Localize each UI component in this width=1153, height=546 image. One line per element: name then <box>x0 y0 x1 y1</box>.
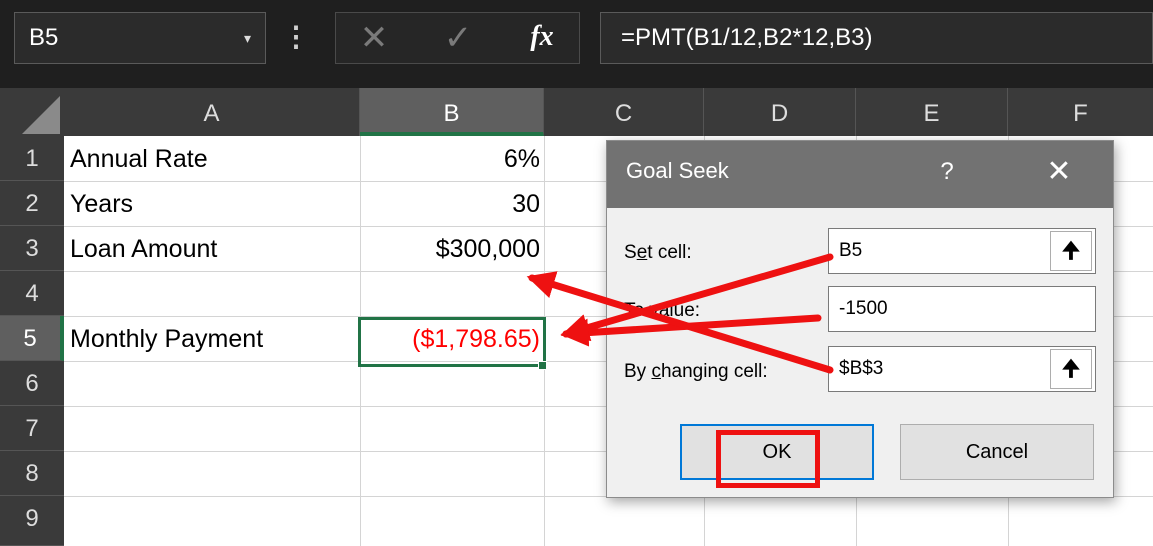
to-value-label: To value: <box>624 300 701 321</box>
cell-a1[interactable]: Annual Rate <box>70 136 360 181</box>
row-header-8[interactable]: 8 <box>0 451 64 496</box>
row-header-2[interactable]: 2 <box>0 181 64 226</box>
select-all-triangle-icon <box>22 96 60 134</box>
cancel-entry-icon[interactable]: ✕ <box>354 16 394 60</box>
column-header-d[interactable]: D <box>704 88 856 136</box>
by-changing-label-accesskey: c <box>651 361 661 382</box>
name-box[interactable]: B5 ▾ <box>14 12 266 64</box>
set-cell-label-part: t cell: <box>647 242 692 263</box>
set-cell-collapse-icon[interactable]: 🠉 <box>1050 231 1092 271</box>
fill-handle[interactable] <box>538 361 547 370</box>
cell-a5[interactable]: Monthly Payment <box>70 316 360 361</box>
cancel-button[interactable]: Cancel <box>900 424 1094 480</box>
formula-input[interactable]: =PMT(B1/12,B2*12,B3) <box>600 12 1153 64</box>
column-header-a[interactable]: A <box>64 88 360 136</box>
by-changing-cell-label: By changing cell: <box>624 361 768 383</box>
cell-b2[interactable]: 30 <box>362 181 540 226</box>
by-changing-label-part: hanging cell: <box>660 361 768 382</box>
row-header-7[interactable]: 7 <box>0 406 64 451</box>
dialog-title: Goal Seek <box>626 158 729 183</box>
set-cell-label: Set cell: <box>624 242 692 264</box>
set-cell-label-accesskey: e <box>636 242 648 263</box>
cell-b3[interactable]: $300,000 <box>362 226 540 271</box>
more-options-icon[interactable]: ⋮ <box>282 14 310 62</box>
cell-a2[interactable]: Years <box>70 181 360 226</box>
row-header-9[interactable]: 9 <box>0 496 64 546</box>
by-changing-label-part: By <box>624 361 652 382</box>
chevron-down-icon[interactable]: ▾ <box>244 13 251 63</box>
close-icon[interactable]: ✕ <box>1036 150 1082 194</box>
to-value-input[interactable]: -1500 <box>828 286 1096 332</box>
column-header-f[interactable]: F <box>1008 88 1153 136</box>
column-header-e[interactable]: E <box>856 88 1008 136</box>
cell-a3[interactable]: Loan Amount <box>70 226 360 271</box>
help-button[interactable]: ? <box>930 150 964 194</box>
row-header-6[interactable]: 6 <box>0 361 64 406</box>
cell-b1[interactable]: 6% <box>362 136 540 181</box>
row-header-5[interactable]: 5 <box>0 316 64 361</box>
column-header-b[interactable]: B <box>360 88 544 136</box>
enter-entry-icon[interactable]: ✓ <box>438 16 478 60</box>
row-header-3[interactable]: 3 <box>0 226 64 271</box>
name-box-value: B5 <box>29 24 59 51</box>
column-header-c[interactable]: C <box>544 88 704 136</box>
by-changing-collapse-icon[interactable]: 🠉 <box>1050 349 1092 389</box>
set-cell-label-part: S <box>624 242 637 263</box>
row-header-4[interactable]: 4 <box>0 271 64 316</box>
active-cell-border <box>358 317 546 367</box>
row-header-1[interactable]: 1 <box>0 136 64 181</box>
insert-function-icon[interactable]: fx <box>520 14 564 60</box>
ok-highlight-box <box>716 430 820 488</box>
